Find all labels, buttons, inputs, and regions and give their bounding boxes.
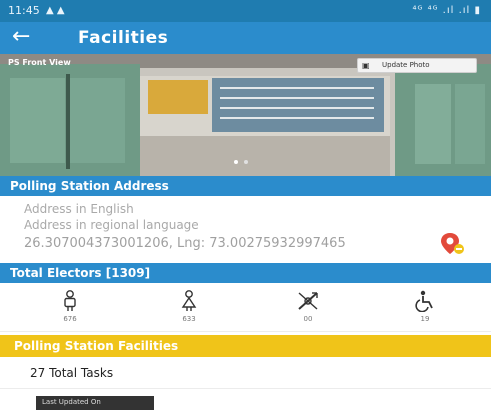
address-regional: Address in regional language: [24, 218, 199, 232]
address-section-title: Polling Station Address: [10, 179, 169, 193]
address-english: Address in English: [24, 202, 134, 216]
wheelchair-icon: [415, 290, 433, 312]
camera-icon: ▣: [362, 61, 370, 70]
disabled-electors-stat: 19: [405, 290, 445, 323]
polling-station-photo[interactable]: PS Front View ▣ Update Photo: [0, 54, 491, 176]
coordinates-text: 26.307004373001206, Lng: 73.002759329974…: [24, 236, 346, 251]
status-time: 11:45: [8, 4, 40, 17]
disabled-count: 19: [420, 315, 430, 323]
last-updated-chip: Last Updated On: [36, 396, 154, 410]
map-pin-icon[interactable]: [440, 232, 466, 260]
page-title: Facilities: [78, 28, 169, 48]
status-signal-icons: ⁴ᴳ ⁴ᴳ .ıl .ıl ▮: [412, 5, 481, 16]
section-divider: [0, 331, 491, 332]
third-gender-icon: [298, 292, 318, 310]
male-icon: [64, 290, 76, 311]
third-gender-electors-stat: 00: [288, 290, 328, 323]
status-notification-icons: ▲ ▲: [46, 5, 65, 16]
facilities-section-title: Polling Station Facilities: [14, 339, 179, 353]
app-bar: ← Facilities: [0, 22, 491, 54]
tasks-divider: [0, 388, 491, 389]
update-photo-button[interactable]: ▣ Update Photo: [357, 58, 477, 73]
male-electors-stat: 676: [50, 290, 90, 323]
back-arrow-icon[interactable]: ←: [12, 22, 52, 54]
female-electors-stat: 633: [169, 290, 209, 323]
photo-caption: PS Front View: [8, 58, 71, 67]
address-section-header: Polling Station Address: [0, 176, 491, 196]
electors-section-header: Total Electors [1309]: [0, 263, 491, 283]
update-photo-label: Update Photo: [382, 61, 430, 69]
female-count: 633: [182, 315, 196, 323]
male-count: 676: [63, 315, 77, 323]
female-icon: [181, 290, 197, 311]
electors-section-title: Total Electors [1309]: [10, 266, 151, 280]
facilities-section-header: Polling Station Facilities: [0, 335, 491, 357]
third-gender-count: 00: [303, 315, 313, 323]
status-bar: 11:45 ▲ ▲ ⁴ᴳ ⁴ᴳ .ıl .ıl ▮: [0, 0, 491, 22]
total-tasks-text[interactable]: 27 Total Tasks: [30, 366, 113, 380]
